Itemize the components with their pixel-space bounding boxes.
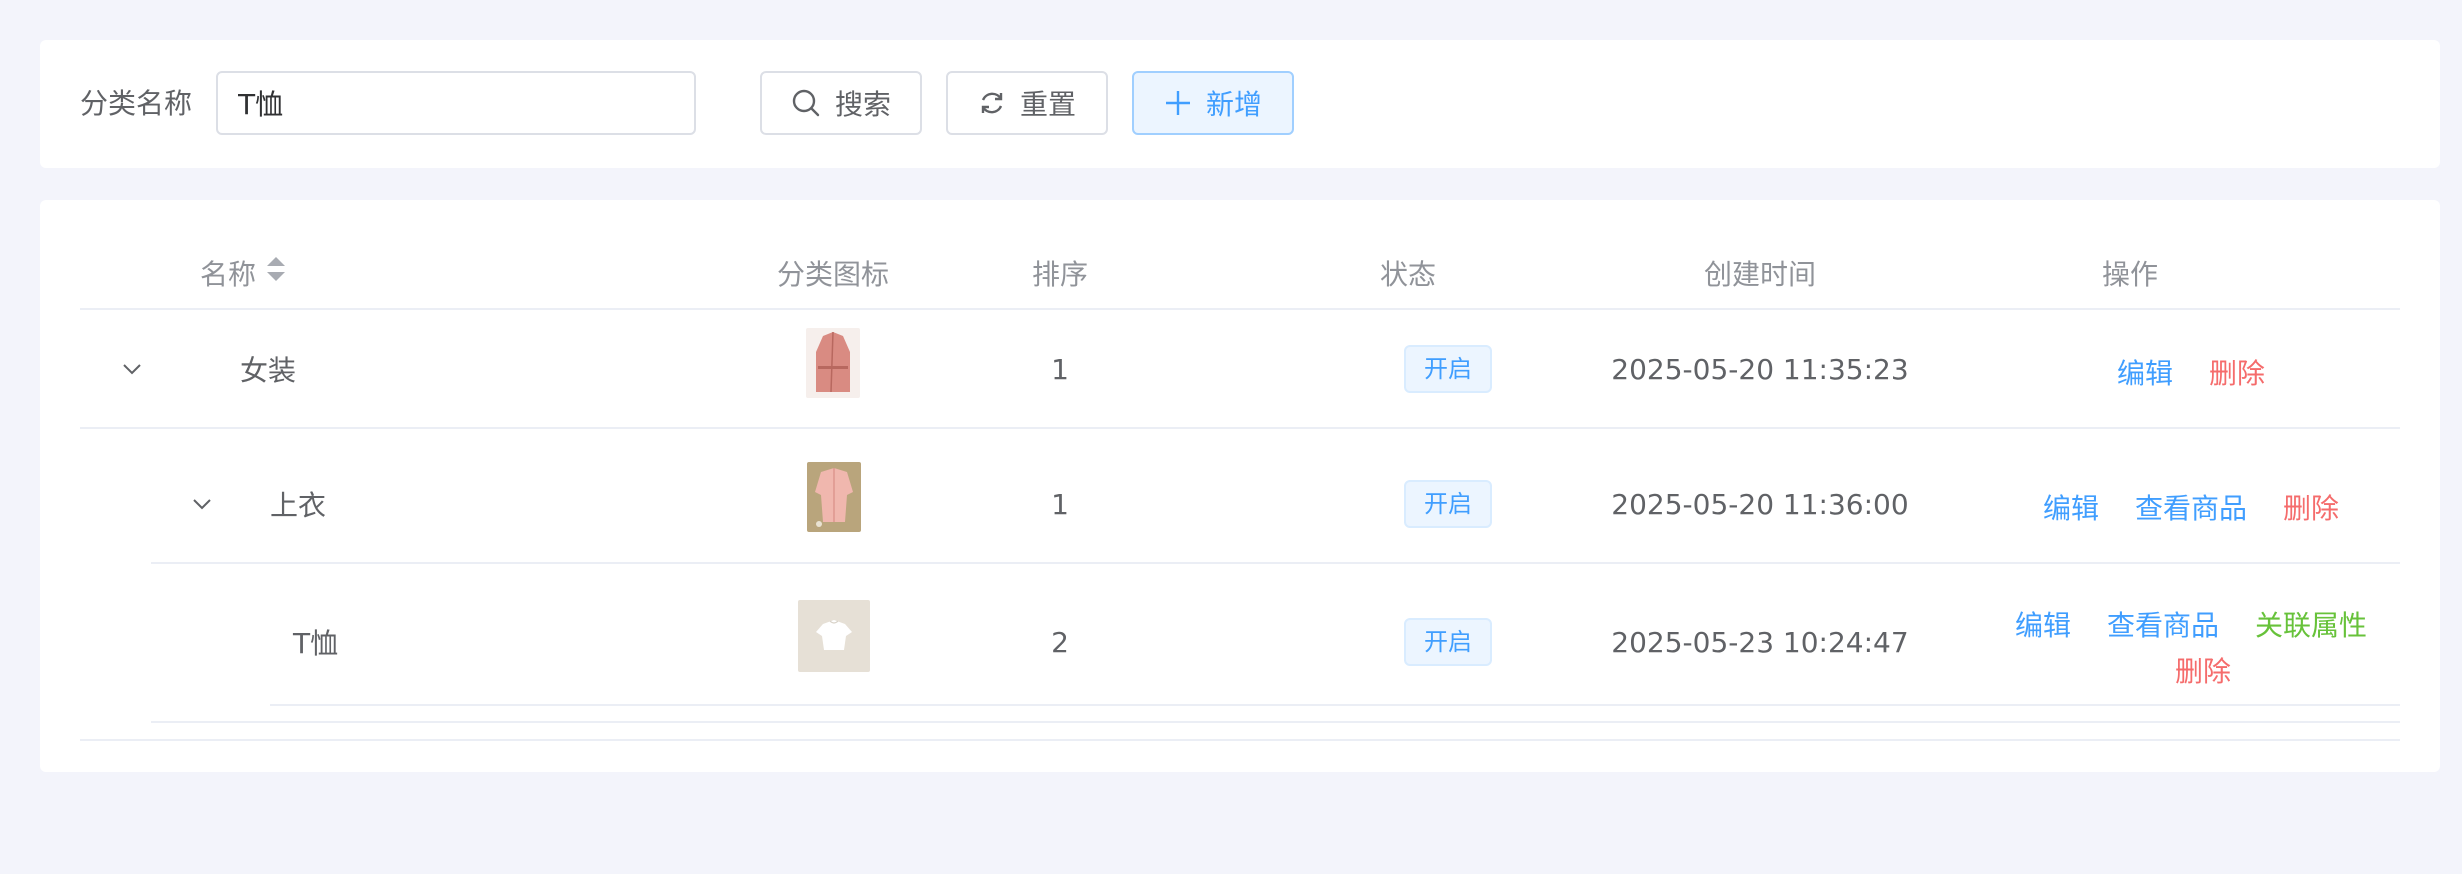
category-table: 名称 分类图标 排序 状态 创建时间 操作 女装 1 开启 2025-05-20… <box>40 200 2440 772</box>
row-sort: 1 <box>1051 487 1069 521</box>
view-products-link[interactable]: 查看商品 <box>2135 487 2247 527</box>
reset-button[interactable]: 重置 <box>946 71 1108 135</box>
search-button[interactable]: 搜索 <box>760 71 922 135</box>
row-divider <box>270 704 2400 706</box>
row-sort: 1 <box>1051 352 1069 386</box>
column-header-icon: 分类图标 <box>776 258 889 291</box>
row-name: T恤 <box>293 627 339 660</box>
header-divider <box>80 308 2400 310</box>
status-badge: 开启 <box>1404 618 1492 666</box>
table-bottom-border <box>80 739 2400 741</box>
delete-link[interactable]: 删除 <box>2283 487 2339 527</box>
row-created-time: 2025-05-20 11:35:23 <box>1611 352 1909 386</box>
link-attributes-link[interactable]: 关联属性 <box>2255 604 2367 644</box>
column-header-name[interactable]: 名称 <box>200 240 360 310</box>
chevron-down-icon[interactable] <box>120 357 144 381</box>
category-image <box>806 328 860 398</box>
column-header-status: 状态 <box>1379 258 1436 291</box>
category-image <box>798 600 870 672</box>
row-name: 女装 <box>240 354 297 387</box>
category-image <box>807 462 861 532</box>
status-badge: 开启 <box>1404 480 1492 528</box>
row-sort: 2 <box>1051 625 1069 659</box>
column-header-name-label: 名称 <box>200 258 257 291</box>
add-button[interactable]: 新增 <box>1132 71 1294 135</box>
delete-link[interactable]: 删除 <box>2209 352 2265 392</box>
chevron-down-icon[interactable] <box>190 492 214 516</box>
view-products-link[interactable]: 查看商品 <box>2107 604 2219 644</box>
add-button-label: 新增 <box>1205 88 1262 121</box>
search-button-label: 搜索 <box>834 88 891 121</box>
plus-icon <box>1164 89 1192 117</box>
edit-link[interactable]: 编辑 <box>2117 352 2173 392</box>
row-created-time: 2025-05-23 10:24:47 <box>1611 625 1909 659</box>
column-header-actions: 操作 <box>2101 258 2158 291</box>
delete-link[interactable]: 删除 <box>2175 650 2231 690</box>
row-name: 上衣 <box>270 489 327 522</box>
edit-link[interactable]: 编辑 <box>2043 487 2099 527</box>
search-panel: 分类名称 搜索 重置 新增 <box>40 40 2440 168</box>
reset-button-label: 重置 <box>1019 88 1076 121</box>
sort-caret-icon[interactable] <box>266 239 286 309</box>
row-divider <box>151 721 2400 723</box>
row-created-time: 2025-05-20 11:36:00 <box>1611 487 1909 521</box>
row-divider <box>151 562 2400 564</box>
category-name-input[interactable] <box>216 71 696 135</box>
category-name-label: 分类名称 <box>80 87 193 120</box>
refresh-icon <box>978 89 1006 117</box>
status-badge: 开启 <box>1404 345 1492 393</box>
column-header-created: 创建时间 <box>1703 258 1816 291</box>
edit-link[interactable]: 编辑 <box>2015 604 2071 644</box>
search-icon <box>791 88 821 118</box>
column-header-sort: 排序 <box>1031 258 1088 291</box>
row-divider <box>80 427 2400 429</box>
